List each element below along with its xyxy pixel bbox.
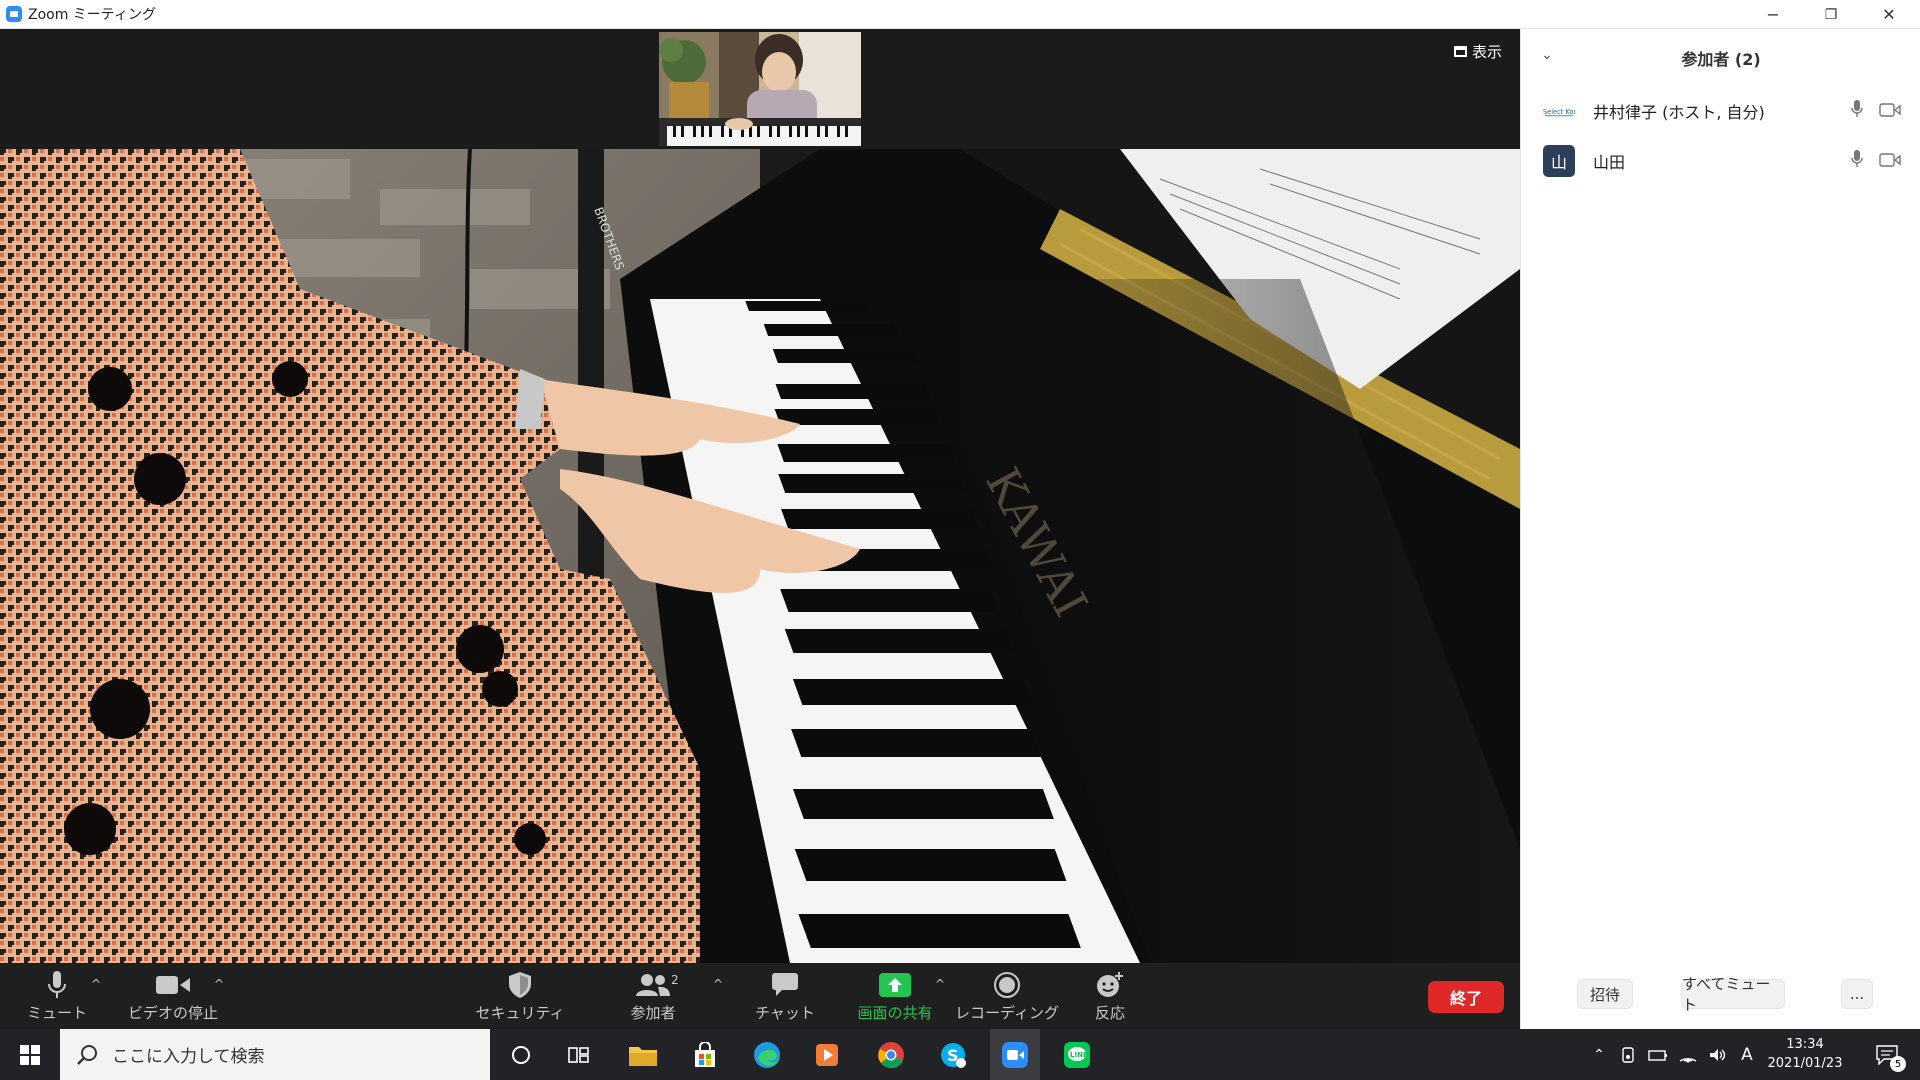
video-camera-icon[interactable] <box>1879 102 1901 121</box>
reactions-label: 反応 <box>1094 1003 1125 1022</box>
share-screen-button[interactable]: 画面の共有 <box>852 963 938 1029</box>
mute-all-button[interactable]: すべてミュート <box>1681 975 1785 1014</box>
record-label: レコーディング <box>955 1003 1059 1022</box>
grid-view-icon <box>1453 46 1467 57</box>
share-options-caret[interactable]: ^ <box>935 977 945 991</box>
chat-button[interactable]: チャット <box>752 963 818 1029</box>
clock-date: 2021/01/23 <box>1767 1056 1843 1071</box>
windows-start-icon[interactable] <box>0 1029 60 1080</box>
video-camera-icon <box>156 970 190 1000</box>
search-icon <box>77 1044 97 1065</box>
participants-icon <box>636 970 670 1000</box>
participant-name: 井村律子 (ホスト, 自分) <box>1593 103 1765 122</box>
participant-row[interactable]: Select Kon 井村律子 (ホスト, 自分) <box>1521 87 1920 135</box>
edge-browser-icon[interactable] <box>742 1029 792 1080</box>
clock-time: 13:34 <box>1786 1037 1824 1052</box>
main-speaker-video: BROTHERS KAWAI <box>0 149 1520 963</box>
participant-row[interactable]: 山 山田 <box>1521 137 1920 185</box>
stop-video-button[interactable]: ビデオの停止 <box>128 963 218 1029</box>
invite-button[interactable]: 招待 <box>1577 979 1633 1009</box>
svg-text:LINE: LINE <box>1070 1051 1088 1059</box>
cortana-icon[interactable] <box>496 1029 546 1080</box>
record-icon <box>994 970 1020 1000</box>
volume-icon[interactable] <box>1704 1029 1732 1080</box>
battery-icon[interactable] <box>1644 1029 1672 1080</box>
task-view-icon[interactable] <box>554 1029 604 1080</box>
participants-panel: ⌄ 参加者 (2) Select Kon 井村律子 (ホスト, 自分) 山 山田… <box>1520 29 1920 1029</box>
chat-bubble-icon <box>772 970 798 1000</box>
line-app-icon[interactable]: LINE <box>1052 1029 1102 1080</box>
panel-footer: 招待 すべてミュート ... <box>1521 975 1920 1019</box>
panel-title: 参加者 (2) <box>1681 50 1761 69</box>
notification-center-icon[interactable]: 5 <box>1862 1029 1912 1080</box>
media-player-icon[interactable] <box>802 1029 852 1080</box>
participant-avatar: 山 <box>1543 145 1575 177</box>
participant-name: 山田 <box>1593 153 1626 172</box>
participants-count: 2 <box>671 973 679 987</box>
share-screen-icon <box>879 970 911 1000</box>
reactions-button[interactable]: 反応 <box>1080 963 1140 1029</box>
participants-options-caret[interactable]: ^ <box>713 977 723 991</box>
minimize-button[interactable]: − <box>1744 0 1802 29</box>
thumbnail-strip: 表示 <box>0 29 1520 149</box>
wifi-icon[interactable] <box>1674 1029 1702 1080</box>
stop-video-label: ビデオの停止 <box>128 1003 219 1022</box>
zoom-taskbar-icon[interactable] <box>990 1029 1040 1080</box>
restore-button[interactable]: ❐ <box>1802 0 1860 29</box>
taskbar-search-box[interactable]: ここに入力して検索 <box>60 1029 490 1080</box>
participant-thumbnail-video[interactable] <box>659 32 861 146</box>
mute-button[interactable]: ミュート <box>22 963 92 1029</box>
device-icon[interactable] <box>1614 1029 1642 1080</box>
notification-count-badge: 5 <box>1890 1056 1906 1072</box>
chevron-up-icon[interactable]: ⌃ <box>1586 1029 1612 1080</box>
close-button[interactable]: ✕ <box>1860 0 1918 29</box>
microsoft-store-icon[interactable] <box>680 1029 730 1080</box>
view-toggle-button[interactable]: 表示 <box>1453 41 1502 62</box>
file-explorer-icon[interactable] <box>618 1029 668 1080</box>
more-options-button[interactable]: ... <box>1841 979 1873 1009</box>
taskbar-clock[interactable]: 13:34 2021/01/23 <box>1760 1035 1850 1073</box>
microphone-icon <box>48 970 66 1000</box>
ime-indicator[interactable]: A <box>1734 1029 1760 1080</box>
view-toggle-label: 表示 <box>1471 43 1502 61</box>
end-meeting-button[interactable]: 終了 <box>1428 981 1504 1013</box>
host-logo-text: Select Kon <box>1543 108 1575 116</box>
audio-options-caret[interactable]: ^ <box>91 977 101 991</box>
search-placeholder: ここに入力して検索 <box>112 1047 265 1067</box>
microphone-icon[interactable] <box>1851 150 1863 172</box>
microphone-icon[interactable] <box>1851 100 1863 122</box>
shield-icon <box>509 970 531 1000</box>
mute-label: ミュート <box>26 1003 87 1022</box>
security-label: セキュリティ <box>475 1003 565 1022</box>
window-title: Zoom ミーティング <box>28 7 156 23</box>
host-logo-avatar: Select Kon <box>1543 95 1575 127</box>
meeting-toolbar: ミュート ^ ビデオの停止 ^ セキュリティ 参加者 2 ^ チャット 画面の共… <box>0 963 1520 1029</box>
chat-label: チャット <box>755 1003 815 1022</box>
video-camera-icon[interactable] <box>1879 152 1901 171</box>
skype-icon[interactable]: S <box>928 1029 978 1080</box>
zoom-app-icon <box>6 6 22 22</box>
title-bar: Zoom ミーティング − ❐ ✕ <box>0 0 1920 29</box>
windows-taskbar: ここに入力して検索 S LINE ⌃ A 13:34 2021/01/23 5 <box>0 1029 1920 1080</box>
participants-label: 参加者 <box>630 1003 676 1022</box>
security-button[interactable]: セキュリティ <box>475 963 565 1029</box>
smiley-plus-icon <box>1096 970 1124 1000</box>
video-area: 表示 BROTHERS KAWAI <box>0 29 1520 963</box>
record-button[interactable]: レコーディング <box>955 963 1059 1029</box>
chrome-icon[interactable] <box>866 1029 916 1080</box>
video-options-caret[interactable]: ^ <box>214 977 224 991</box>
share-screen-label: 画面の共有 <box>857 1003 933 1022</box>
panel-header: ⌄ 参加者 (2) <box>1521 41 1920 75</box>
